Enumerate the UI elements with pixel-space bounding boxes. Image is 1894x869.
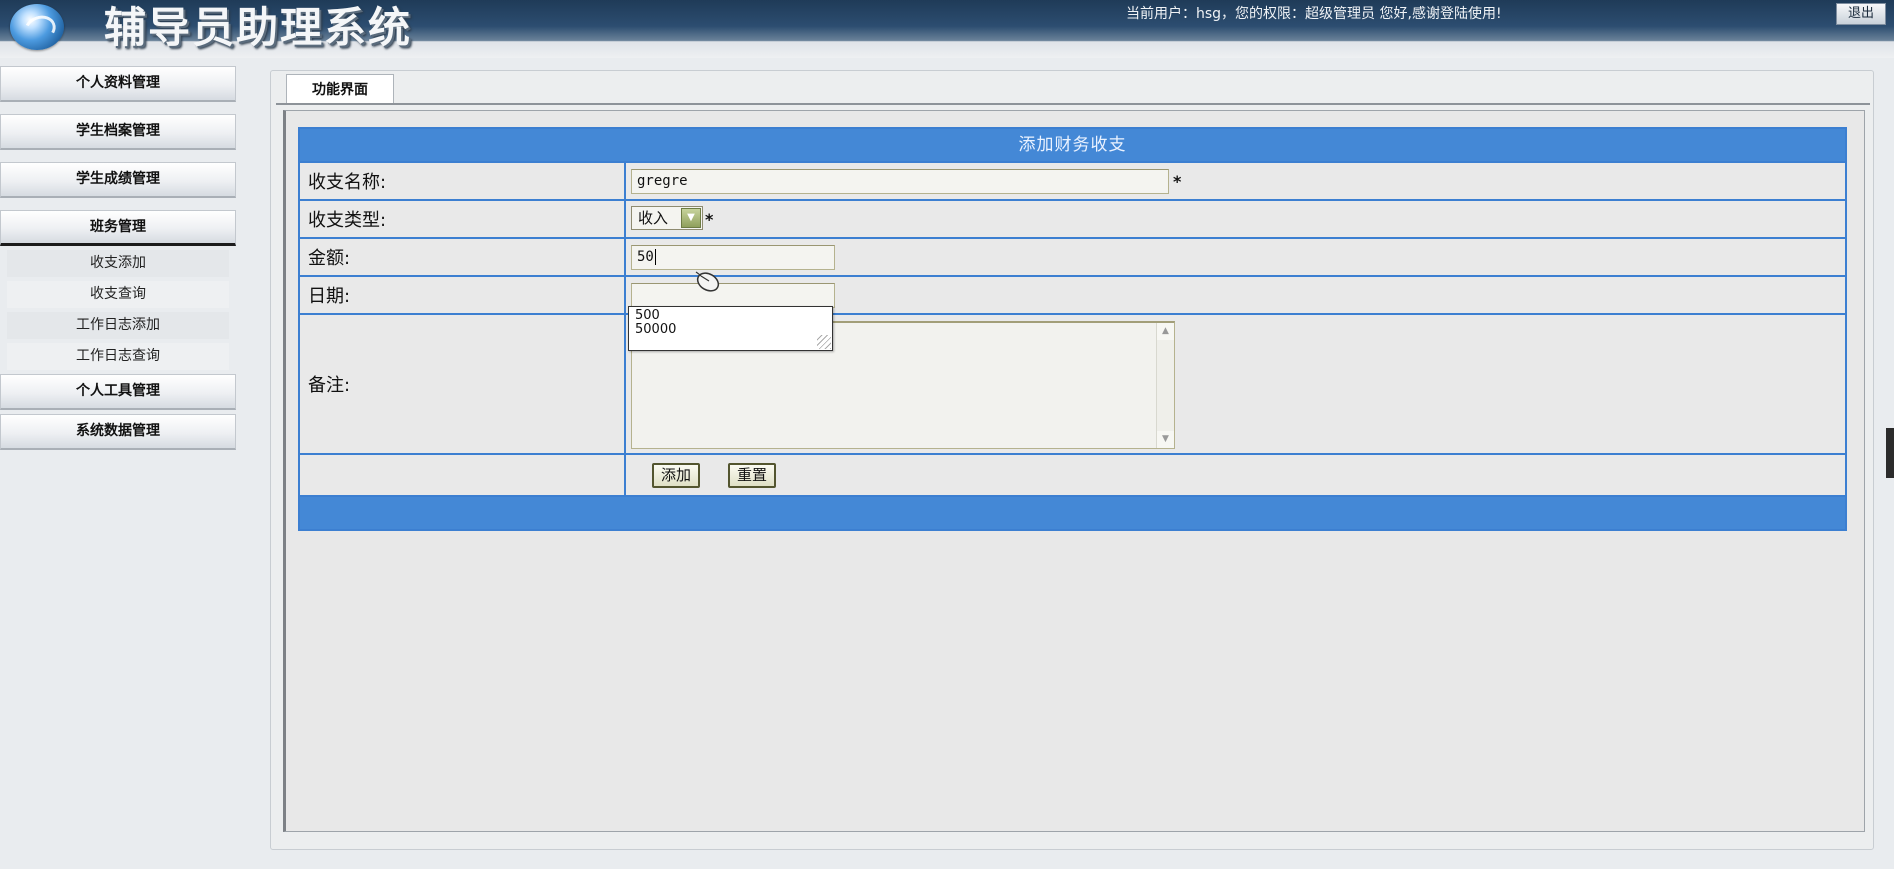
- scroll-down-arrow-icon[interactable]: ▼: [1157, 431, 1174, 448]
- type-label: 收支类型:: [300, 201, 626, 237]
- chevron-down-icon[interactable]: ▼: [681, 208, 701, 228]
- scroll-up-arrow-icon[interactable]: ▲: [1157, 323, 1174, 340]
- name-label: 收支名称:: [300, 163, 626, 199]
- sidebar-item-personal-tools[interactable]: 个人工具管理: [0, 374, 236, 410]
- sidebar-item-system-data[interactable]: 系统数据管理: [0, 414, 236, 450]
- remark-label: 备注:: [300, 315, 626, 453]
- class-affairs-submenu: 收支添加 收支查询 工作日志添加 工作日志查询: [0, 250, 236, 370]
- sidebar-item-student-records[interactable]: 学生档案管理: [0, 114, 236, 150]
- form-footer: [300, 495, 1845, 529]
- required-mark: *: [1173, 172, 1182, 191]
- form-row-type: 收支类型: 收入 ▼ *: [300, 199, 1845, 237]
- app-title: 辅导员助理系统: [104, 3, 413, 52]
- type-select-value: 收入: [638, 209, 669, 227]
- submenu-item-add-worklog[interactable]: 工作日志添加: [7, 312, 229, 339]
- tab-divider: [276, 103, 1870, 105]
- required-mark: *: [705, 210, 714, 229]
- sidebar-item-personal-info[interactable]: 个人资料管理: [0, 66, 236, 102]
- tab-function-interface[interactable]: 功能界面: [286, 74, 394, 104]
- user-info-text: 当前用户：hsg，您的权限：超级管理员 您好,感谢登陆使用!: [1126, 6, 1502, 22]
- sidebar-item-class-affairs[interactable]: 班务管理: [0, 210, 236, 246]
- finance-form: 添加财务收支 收支名称: gregre * 收支类型: 收入 ▼ * 金额: 5…: [298, 127, 1847, 531]
- logout-button[interactable]: 退出: [1836, 3, 1886, 25]
- form-row-actions: 添加 重置: [300, 453, 1845, 495]
- form-row-amount: 金额: 50: [300, 237, 1845, 275]
- type-select[interactable]: 收入 ▼: [631, 206, 703, 230]
- form-title: 添加财务收支: [300, 129, 1845, 161]
- page-scrollbar-thumb[interactable]: [1886, 428, 1894, 478]
- submenu-item-query-finance[interactable]: 收支查询: [7, 281, 229, 308]
- name-input[interactable]: gregre: [631, 169, 1169, 194]
- date-label: 日期:: [300, 277, 626, 313]
- mouse-pointer-icon: [695, 271, 720, 292]
- autocomplete-option[interactable]: 500: [635, 309, 826, 323]
- submenu-item-add-finance[interactable]: 收支添加: [7, 250, 229, 277]
- globe-logo-icon: [10, 4, 64, 50]
- sidebar-menu: 个人资料管理 学生档案管理 学生成绩管理 班务管理 收支添加 收支查询 工作日志…: [0, 66, 236, 454]
- actions-label-cell: [300, 455, 626, 495]
- amount-autocomplete-dropdown: 500 50000: [628, 306, 833, 351]
- amount-input[interactable]: 50: [631, 245, 835, 270]
- date-input[interactable]: [631, 283, 835, 308]
- amount-input-value: 50: [637, 249, 654, 265]
- autocomplete-option[interactable]: 50000: [635, 323, 826, 337]
- form-row-date: 日期:: [300, 275, 1845, 313]
- sidebar-item-student-grades[interactable]: 学生成绩管理: [0, 162, 236, 198]
- submenu-item-query-worklog[interactable]: 工作日志查询: [7, 343, 229, 370]
- text-caret: [654, 249, 656, 265]
- app-header: 辅导员助理系统 当前用户：hsg，您的权限：超级管理员 您好,感谢登陆使用! 退…: [0, 0, 1894, 58]
- form-row-remark: 备注: ▲ ▼: [300, 313, 1845, 453]
- amount-label: 金额:: [300, 239, 626, 275]
- add-button[interactable]: 添加: [652, 463, 701, 488]
- textarea-scrollbar[interactable]: ▲ ▼: [1156, 323, 1174, 448]
- reset-button[interactable]: 重置: [728, 463, 777, 488]
- resize-grip-icon[interactable]: [817, 335, 831, 349]
- form-row-name: 收支名称: gregre *: [300, 161, 1845, 199]
